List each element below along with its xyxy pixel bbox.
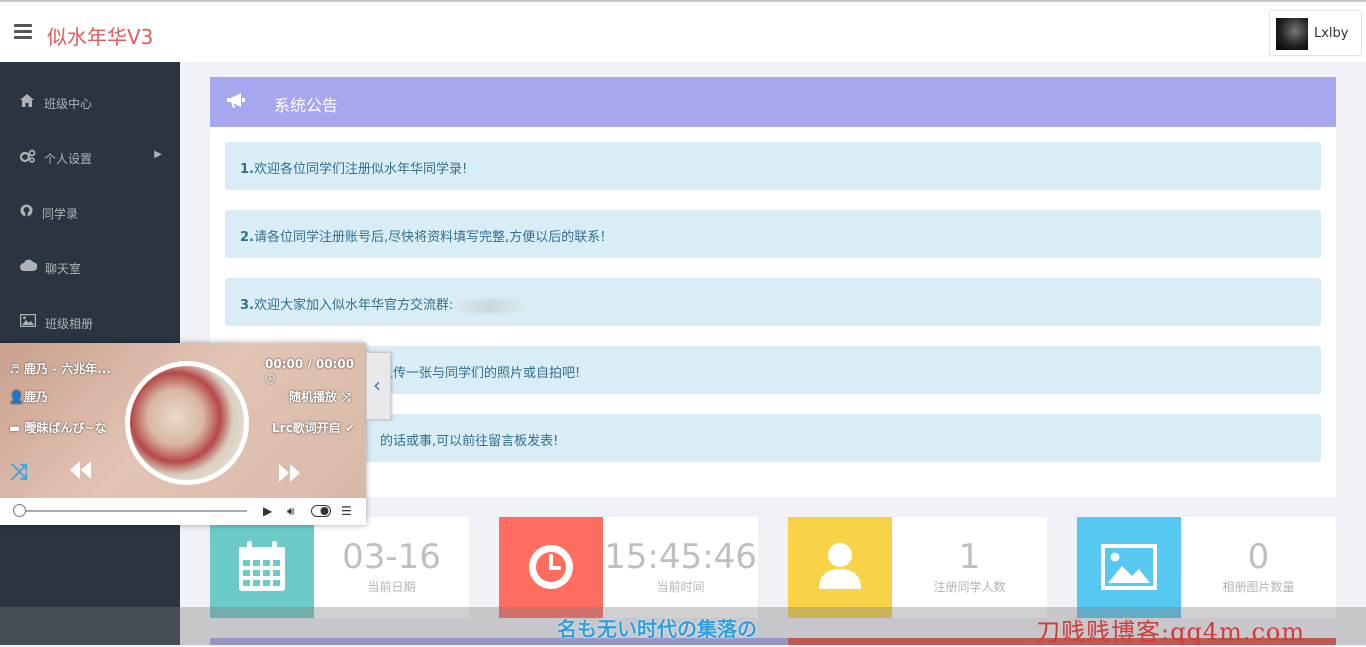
progress-knob[interactable]: [13, 504, 26, 517]
album-cover: [125, 361, 249, 485]
folder-icon: ▬: [9, 421, 21, 435]
notice-text: 请各位同学注册账号后,尽快将资料填写完整,方便以后的联系!: [253, 230, 606, 245]
time-display: 00:00 / 00:00 ◷: [265, 357, 355, 385]
bullhorn-icon: [226, 92, 246, 110]
sidebar-item-label: 同学录: [42, 207, 79, 221]
picture-icon: [19, 313, 37, 328]
redacted-group-number: [453, 298, 526, 313]
user-menu[interactable]: Lxlby: [1269, 10, 1362, 56]
album-name: ▬ 曖昧ばんび~な: [9, 421, 107, 435]
stat-label: 注册同学人数: [933, 580, 1006, 594]
announcement-header: 系统公告: [210, 77, 1336, 127]
avatar: [1276, 18, 1308, 50]
stat-label: 当前日期: [367, 580, 416, 594]
user-name: Lxlby: [1314, 26, 1349, 41]
sidebar-item-label: 个人设置: [44, 152, 93, 166]
toggle-icon[interactable]: [311, 505, 331, 520]
stat-value: 1: [958, 537, 981, 577]
stat-card-time: 15:45:46 当前时间: [499, 517, 758, 618]
sidebar-item-class-album[interactable]: 班级相册: [0, 294, 180, 349]
player-controls: ▶ 🔊︎ ☰: [0, 498, 366, 525]
sidebar-item-label: 班级中心: [44, 97, 93, 111]
cloud-icon: [20, 259, 38, 273]
sidebar-item-personal-settings[interactable]: 个人设置 ▶: [0, 129, 180, 184]
notice-text: 的话或事,可以前往留言板发表!: [380, 434, 559, 449]
announcement-panel: 系统公告 1.欢迎各位同学们注册似水年华同学录! 2.请各位同学注册账号后,尽快…: [210, 77, 1336, 497]
stat-icon-box: [210, 517, 314, 618]
home-icon: [20, 94, 36, 108]
stat-value: 15:45:46: [604, 537, 757, 577]
announcement-title: 系统公告: [274, 96, 339, 115]
notice-item: 的话或事,可以前往留言板发表!: [225, 414, 1321, 462]
song-title: ♬ 鹿乃 - 六兆年...: [9, 362, 111, 376]
stat-icon-box: [788, 517, 892, 618]
stat-label: 当前时间: [656, 580, 705, 594]
notice-text: 欢迎大家加入似水年华官方交流群:: [253, 298, 454, 313]
notice-item: 1.欢迎各位同学们注册似水年华同学录!: [225, 142, 1321, 190]
notice-text: 欢迎各位同学们注册似水年华同学录!: [253, 162, 468, 177]
stat-icon-box: [1077, 517, 1181, 618]
menu-toggle-icon[interactable]: [14, 24, 32, 40]
notice-item: 3.欢迎大家加入似水年华官方交流群:: [225, 278, 1321, 326]
stat-value: 03-16: [342, 537, 441, 577]
sidebar-item-class-center[interactable]: 班级中心: [0, 74, 180, 129]
sidebar-item-chat-room[interactable]: 聊天室: [0, 239, 180, 294]
progress-track[interactable]: [16, 510, 247, 512]
play-icon[interactable]: ▶: [263, 504, 272, 518]
github-icon: [20, 204, 36, 218]
music-player: ♬ 鹿乃 - 六兆年... 👤鹿乃 ▬ 曖昧ばんび~な 00:00 / 00:0…: [0, 343, 366, 525]
playlist-icon[interactable]: ☰: [341, 504, 352, 518]
watermark: 刀贱贱博客:qq4m.com: [1036, 618, 1306, 646]
lyric-toggle[interactable]: Lrc歌词开启 ✔: [272, 419, 355, 436]
caret-right-icon: ▶: [154, 149, 162, 160]
player-collapse-handle[interactable]: ‹: [366, 352, 391, 420]
stat-label: 相册图片数量: [1222, 580, 1295, 594]
volume-icon[interactable]: 🔊︎: [287, 504, 295, 519]
play-mode[interactable]: 随机播放 ⤨: [289, 388, 351, 405]
user-icon: 👤: [9, 390, 24, 404]
notice-text: 上传一张与同学们的照片或自拍吧!: [380, 366, 581, 381]
shuffle-icon[interactable]: ⤨: [10, 460, 28, 485]
next-icon[interactable]: [277, 462, 303, 488]
stat-card-users: 1 注册同学人数: [788, 517, 1047, 618]
notice-number: 1.: [240, 162, 254, 177]
gears-icon: [19, 149, 36, 163]
sidebar-item-label: 班级相册: [45, 317, 94, 331]
notice-number: 2.: [240, 230, 254, 245]
stat-icon-box: [499, 517, 603, 618]
previous-icon[interactable]: [67, 459, 93, 485]
lyric-line: 名も无い时代の集落の: [557, 617, 757, 641]
top-bar: 似水年华V3 Lxlby: [0, 0, 1366, 62]
stat-card-photos: 0 相册图片数量: [1077, 517, 1336, 618]
chevron-left-icon: ‹: [373, 373, 381, 397]
artist-name: 👤鹿乃: [9, 390, 48, 404]
stat-value: 0: [1247, 537, 1270, 577]
notice-number: 3.: [240, 298, 254, 313]
stat-card-date: 03-16 当前日期: [210, 517, 469, 618]
sidebar-item-label: 聊天室: [45, 262, 82, 276]
notice-item: 2.请各位同学注册账号后,尽快将资料填写完整,方便以后的联系!: [225, 210, 1321, 258]
brand-title[interactable]: 似水年华V3: [47, 21, 153, 50]
sidebar-item-classmates[interactable]: 同学录: [0, 184, 180, 239]
